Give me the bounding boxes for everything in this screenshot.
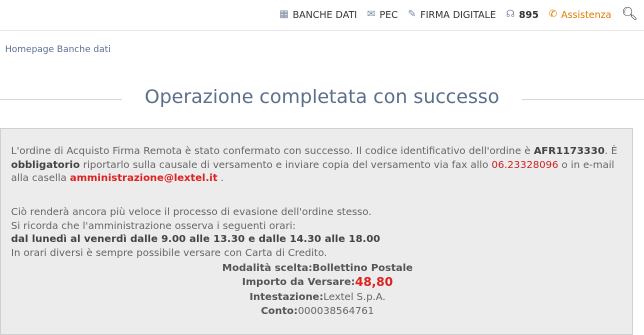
order-code: AFR1173330 [533,146,605,157]
intestazione-label: Intestazione: [249,292,324,303]
nav-pec-label: PEC [379,9,398,21]
message-text-3: riportarlo sulla causale di versamento e… [79,159,492,171]
modalita-label: Modalità scelta: [222,263,313,274]
info-line-4: In orari diversi è sempre possibile vers… [11,247,328,259]
title-divider-right [522,99,644,100]
info-line-2: Si ricorda che l'amministrazione osserva… [11,220,296,232]
nav-phone-label: 895 [518,9,539,21]
importo-label: Importo da Versare: [242,277,355,288]
message-text-5: . [217,173,224,184]
office-hours: dal lunedì al venerdì dalle 9.00 alle 13… [11,234,381,245]
search-button[interactable]: 🔍︎ [621,7,638,22]
info-line-1: Ciò renderà ancora più veloce il process… [11,207,372,218]
nav-firma-digitale[interactable]: ✎ FIRMA DIGITALE [408,10,496,21]
breadcrumb[interactable]: Homepage Banche dati [5,45,111,55]
intestazione-value: Lextel S.p.A. [323,292,386,303]
detail-modalita: Modalità scelta: Bollettino Postale [1,262,634,276]
detail-importo: Importo da Versare: 48,80 [1,275,634,290]
nav-assistenza[interactable]: ✆ Assistenza [549,10,612,21]
grid-icon: ▦ [279,9,289,20]
top-bar: ▦ BANCHE DATI ✉ PEC ✎ FIRMA DIGITALE ☊ 8… [0,0,644,31]
fax-number[interactable]: 06.23328096 [492,160,559,171]
importo-value: 48,80 [354,275,393,289]
email-link[interactable]: amministrazione@lextel.it [70,173,218,184]
phone-icon: ✆ [548,9,558,20]
top-nav: ▦ BANCHE DATI ✉ PEC ✎ FIRMA DIGITALE ☊ 8… [279,0,638,30]
info-message: Ciò renderà ancora più veloce il process… [11,206,626,260]
confirmation-panel: L'ordine di Acquisto Firma Remota è stat… [0,128,633,335]
conto-value: 000038564761 [297,306,375,317]
confirmation-message: L'ordine di Acquisto Firma Remota è stat… [11,145,626,186]
title-divider-left [0,99,122,100]
detail-conto: Conto: 000038564761 [1,305,634,319]
nav-banche-dati-label: BANCHE DATI [292,9,358,21]
envelope-icon: ✉ [367,9,376,20]
conto-label: Conto: [260,306,298,317]
nav-firma-digitale-label: FIRMA DIGITALE [420,9,496,21]
nav-assistenza-label: Assistenza [561,9,612,21]
nav-pec[interactable]: ✉ PEC [367,10,398,21]
page-title: Operazione completata con successo [144,86,500,108]
nav-phone[interactable]: ☊ 895 [506,10,539,21]
search-icon: 🔍︎ [621,7,638,22]
message-text-1: L'ordine di Acquisto Firma Remota è stat… [11,146,534,157]
modalita-value: Bollettino Postale [312,263,413,274]
headset-icon: ☊ [505,9,515,20]
nav-banche-dati[interactable]: ▦ BANCHE DATI [279,10,357,21]
obbligatorio-label: obbligatorio [11,159,80,171]
pen-icon: ✎ [407,9,417,20]
title-area: Operazione completata con successo [0,80,644,118]
detail-intestazione: Intestazione: Lextel S.p.A. [1,291,634,305]
message-text-2: . È [604,146,618,157]
